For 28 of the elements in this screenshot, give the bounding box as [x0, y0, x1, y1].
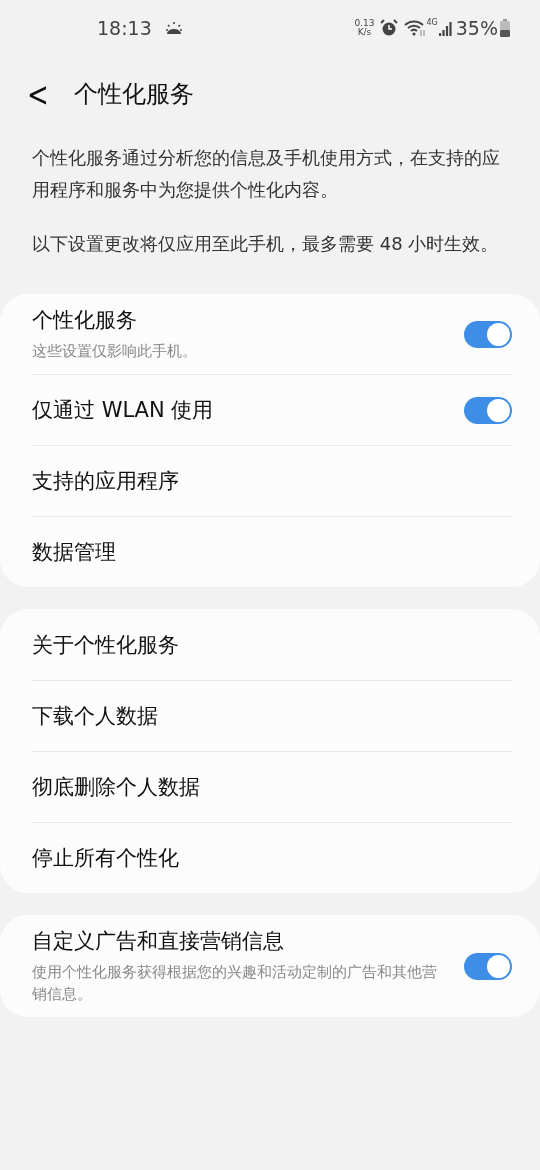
setting-description: 使用个性化服务获得根据您的兴趣和活动定制的广告和其他营销信息。 [32, 962, 438, 1005]
back-button[interactable]: < [24, 68, 52, 120]
battery-percentage: 35% [455, 17, 498, 39]
setting-title[interactable]: 数据管理 [32, 538, 512, 566]
battery-icon [500, 19, 510, 37]
wifi-icon [404, 19, 427, 37]
setting-title[interactable]: 仅通过 WLAN 使用 [32, 396, 464, 424]
setting-title[interactable]: 停止所有个性化 [32, 844, 512, 872]
network-speed: 0.13 [354, 19, 375, 28]
network-type: 4G [426, 18, 438, 27]
page-title: 个性化服务 [74, 79, 194, 110]
toggle-switch[interactable] [464, 952, 512, 980]
sunset-icon [163, 20, 184, 36]
setting-title[interactable]: 关于个性化服务 [32, 630, 512, 659]
setting-title[interactable]: 下载个人数据 [32, 702, 512, 730]
toggle-switch[interactable] [464, 396, 512, 424]
setting-description: 这些设置仅影响此手机。 [32, 341, 198, 362]
setting-title[interactable]: 支持的应用程序 [32, 467, 512, 495]
signal-icon [438, 20, 453, 36]
speed-unit: K/s [357, 28, 372, 37]
alarm-icon [380, 19, 399, 37]
toggle-switch[interactable] [464, 320, 512, 348]
description-text: 以下设置更改将仅应用至此手机，最多需要 48 小时生效。 [32, 232, 500, 256]
clock-time: 18:13 [97, 17, 152, 39]
setting-title[interactable]: 彻底删除个人数据 [32, 773, 512, 801]
description-text: 个性化服务通过分析您的信息及手机使用方式，在支持的应用程序和服务中为您提供个性化内容。 [32, 146, 501, 202]
setting-title[interactable]: 自定义广告和直接营销信息 [32, 927, 464, 955]
setting-title[interactable]: 个性化服务 [32, 306, 464, 334]
